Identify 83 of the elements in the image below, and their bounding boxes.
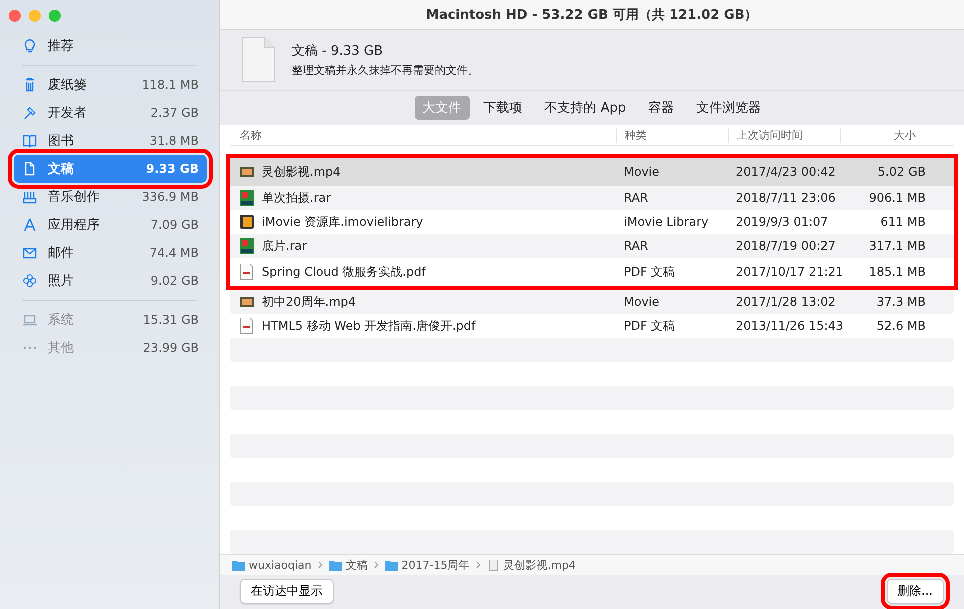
- path-item[interactable]: wuxiaoqian: [232, 558, 312, 572]
- path-item[interactable]: 文稿: [328, 558, 368, 573]
- folder-icon: [384, 560, 398, 571]
- tab[interactable]: 不支持的 App: [536, 96, 634, 120]
- close-button[interactable]: [9, 10, 21, 22]
- dots-icon: [22, 346, 38, 350]
- file-name: iMovie 资源库.imovielibrary: [262, 214, 424, 231]
- file-name: Spring Cloud 微服务实战.pdf: [262, 264, 426, 281]
- last-accessed: 2017/1/28 13:02: [735, 295, 837, 310]
- path-item[interactable]: 2017-15周年: [384, 558, 470, 573]
- last-accessed: 2013/11/26 15:43: [735, 319, 840, 334]
- file-kind: Movie: [623, 165, 661, 180]
- file-name: 底片.rar: [262, 238, 308, 255]
- tab[interactable]: 容器: [640, 96, 682, 120]
- sidebar-item[interactable]: 邮件 74.4 MB: [14, 239, 207, 267]
- file-size: 611 MB: [880, 215, 927, 230]
- sidebar-item[interactable]: 推荐: [14, 32, 207, 60]
- file-size: 317.1 MB: [868, 239, 927, 254]
- file-size: 185.1 MB: [868, 265, 927, 280]
- file-name: 灵创影视.mp4: [262, 164, 341, 181]
- file-kind: RAR: [623, 191, 650, 206]
- file-name: 单次拍摄.rar: [262, 190, 332, 207]
- file-row[interactable]: 灵创影视.mp4 Movie 2017/4/23 00:42 5.02 GB: [226, 154, 958, 186]
- file-kind: iMovie Library: [623, 215, 710, 230]
- window-title: Macintosh HD - 53.22 GB 可用（共 121.02 GB）: [220, 0, 964, 30]
- category-icon: [22, 217, 38, 233]
- sidebar-item[interactable]: 开发者 2.37 GB: [14, 99, 207, 127]
- tab[interactable]: 下载项: [476, 96, 531, 120]
- file-kind: PDF 文稿: [623, 318, 676, 335]
- category-description: 整理文稿并永久抹掉不再需要的文件。: [292, 63, 479, 78]
- sidebar-item[interactable]: 应用程序 7.09 GB: [14, 211, 207, 239]
- tab[interactable]: 文件浏览器: [688, 96, 770, 120]
- file-row[interactable]: HTML5 移动 Web 开发指南.唐俊开.pdf PDF 文稿 2013/11/26 15:43 52.6 MB: [230, 314, 954, 338]
- file-row[interactable]: 单次拍摄.rar RAR 2018/7/11 23:06 906.1 MB: [226, 186, 958, 210]
- film-library-icon: [240, 214, 254, 230]
- file-size: 906.1 MB: [868, 191, 927, 206]
- sidebar-item[interactable]: 系统 15.31 GB: [14, 306, 207, 334]
- zoom-button[interactable]: [49, 10, 61, 22]
- file-size: 37.3 MB: [876, 295, 927, 310]
- file-row[interactable]: 初中20周年.mp4 Movie 2017/1/28 13:02 37.3 MB: [230, 290, 954, 314]
- file-kind: Movie: [623, 295, 661, 310]
- file-row[interactable]: 底片.rar RAR 2018/7/19 00:27 317.1 MB: [226, 234, 958, 258]
- file-size: 52.6 MB: [876, 319, 927, 334]
- sidebar-item[interactable]: 文稿 9.33 GB: [14, 155, 207, 183]
- category-icon: [22, 273, 38, 289]
- archive-file-icon: [240, 238, 254, 254]
- file-kind: PDF 文稿: [623, 264, 676, 281]
- file-icon: [486, 560, 500, 571]
- chevron-icon: [318, 561, 323, 570]
- file-name: 初中20周年.mp4: [262, 294, 356, 311]
- last-accessed: 2019/9/3 01:07: [735, 215, 830, 230]
- file-name: HTML5 移动 Web 开发指南.唐俊开.pdf: [262, 318, 476, 335]
- column-header[interactable]: 上次访问时间: [728, 128, 840, 143]
- last-accessed: 2018/7/11 23:06: [735, 191, 837, 206]
- sidebar-item[interactable]: 其他 23.99 GB: [14, 334, 207, 362]
- category-icon: [22, 105, 38, 121]
- column-header[interactable]: 名称: [230, 128, 616, 143]
- sidebar-item[interactable]: 音乐创作 336.9 MB: [14, 183, 207, 211]
- column-header[interactable]: 大小: [840, 128, 936, 143]
- document-icon: [240, 36, 278, 84]
- lightbulb-icon: [22, 38, 38, 54]
- sidebar-item[interactable]: 照片 9.02 GB: [14, 267, 207, 295]
- category-title: 文稿 - 9.33 GB: [292, 43, 384, 60]
- category-icon: [22, 189, 38, 205]
- folder-icon: [232, 560, 245, 571]
- column-header[interactable]: 种类: [616, 128, 728, 143]
- document-file-icon: [240, 318, 254, 334]
- document-file-icon: [240, 264, 254, 280]
- file-size: 5.02 GB: [876, 165, 927, 180]
- archive-file-icon: [240, 190, 254, 206]
- sidebar-item[interactable]: 废纸篓 118.1 MB: [14, 71, 207, 99]
- minimize-button[interactable]: [29, 10, 41, 22]
- last-accessed: 2018/7/19 00:27: [735, 239, 837, 254]
- folder-icon: [328, 560, 342, 571]
- path-item[interactable]: 灵创影视.mp4: [486, 558, 576, 573]
- chevron-icon: [374, 561, 379, 570]
- last-accessed: 2017/4/23 00:42: [735, 165, 837, 180]
- chevron-icon: [476, 561, 481, 570]
- sidebar-item[interactable]: 图书 31.8 MB: [14, 127, 207, 155]
- reveal-in-finder-button[interactable]: 在访达中显示: [240, 579, 334, 604]
- category-icon: [22, 133, 38, 149]
- file-kind: RAR: [623, 239, 650, 254]
- last-accessed: 2017/10/17 21:21: [735, 265, 840, 280]
